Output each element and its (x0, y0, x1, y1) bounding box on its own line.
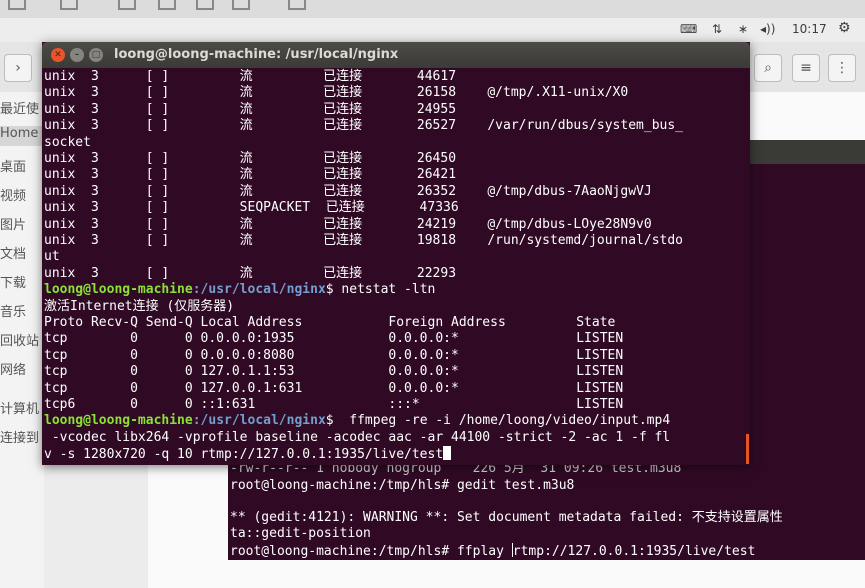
sidebar-item-computer[interactable]: 计算机 (0, 398, 44, 417)
sidebar-item-pictures[interactable]: 图片 (0, 214, 44, 233)
terminal-line: 激活Internet连接 (仅服务器) (44, 298, 235, 314)
terminal-titlebar[interactable]: ✕ – □ loong@loong-machine: /usr/local/ng… (42, 42, 750, 68)
terminal-line: v -s 1280x720 -q 10 rtmp://127.0.0.1:193… (44, 446, 452, 463)
toolbar-icon (158, 0, 176, 10)
terminal-line: unix 3 [ ] 流 已连接 26450 (44, 151, 457, 166)
sidebar-item-music[interactable]: 音乐 (0, 301, 44, 320)
sidebar-item-network[interactable]: 网络 (0, 359, 44, 378)
file-manager-sidebar: 最近使 Home 桌面 视频 图片 文档 下载 音乐 回收站 网络 计算机 连接… (0, 92, 44, 588)
command-continuation: v -s 1280x720 -q 10 rtmp://127.0.0.1:193… (44, 447, 444, 463)
keyboard-icon[interactable]: ⌨ (680, 22, 697, 36)
prompt-user: loong@loong-machine (44, 282, 193, 298)
terminal-line: unix 3 [ ] 流 已连接 24955 (44, 101, 457, 117)
terminal-line: tcp 0 0 0.0.0.0:1935 0.0.0.0:* LISTEN (44, 331, 624, 347)
terminal-line: unix 3 [ ] 流 已连接 44617 (44, 69, 457, 84)
sidebar-item-desktop[interactable]: 桌面 (0, 156, 44, 175)
terminal-prompt-line: loong@loong-machine:/usr/local/nginx$ ne… (44, 282, 435, 298)
terminal2-line: ta::gedit-position (230, 526, 371, 541)
terminal2-line: root@loong-machine:/tmp/hls# ffplay rtmp… (230, 543, 755, 559)
forward-button[interactable]: › (4, 54, 32, 82)
network-icon[interactable]: ⇅ (712, 22, 722, 36)
prompt-command: $ ffmpeg -re -i /home/loong/video/input.… (325, 413, 671, 429)
terminal2-titlebar (750, 140, 865, 164)
prompt-user: loong@loong-machine (44, 413, 193, 429)
bluetooth-icon[interactable]: ∗ (738, 22, 748, 36)
terminal-line: tcp 0 0 0.0.0.0:8080 0.0.0.0:* LISTEN (44, 347, 624, 363)
toolbar-icon (118, 0, 136, 10)
settings-gear-icon[interactable]: ⚙ (838, 20, 851, 36)
terminal-line: tcp6 0 0 ::1:631 :::* LISTEN (44, 397, 624, 412)
terminal-output: unix 3 [ ] 流 已连接 44617 unix 3 [ ] 流 已连接 … (42, 42, 750, 462)
prompt-path: :/usr/local/nginx (192, 282, 326, 298)
terminal-prompt-line: loong@loong-machine:/usr/local/nginx$ ff… (44, 413, 670, 429)
terminal-line: tcp 0 0 127.0.1.1:53 0.0.0.0:* LISTEN (44, 364, 624, 380)
text-cursor (443, 446, 452, 461)
toolbar-icon (232, 0, 250, 10)
sidebar-item-videos[interactable]: 视频 (0, 185, 44, 204)
terminal-line: ut (44, 249, 60, 265)
maximize-button[interactable]: □ (89, 48, 103, 62)
sidebar-item-trash[interactable]: 回收站 (0, 330, 44, 349)
more-options-button[interactable]: ⋮ (828, 54, 856, 82)
volume-icon[interactable]: ◂)) (760, 22, 775, 36)
close-button[interactable]: ✕ (51, 48, 65, 62)
terminal-line: unix 3 [ ] 流 已连接 26352 @/tmp/dbus-7AaoNj… (44, 183, 652, 199)
terminal-line: -vcodec libx264 -vprofile baseline -acod… (44, 429, 671, 445)
toolbar-icon (196, 0, 214, 10)
terminal2-line: ** (gedit:4121): WARNING **: Set documen… (230, 510, 783, 525)
terminal-line: unix 3 [ ] 流 已连接 24219 @/tmp/dbus-LOye28… (44, 216, 652, 232)
toolbar-icon (8, 0, 26, 10)
terminal-line: unix 3 [ ] SEQPACKET 已连接 47336 (44, 200, 459, 216)
scrollbar-indicator[interactable] (746, 434, 749, 464)
sidebar-item-documents[interactable]: 文档 (0, 243, 44, 262)
terminal-line: unix 3 [ ] 流 已连接 26158 @/tmp/.X11-unix/X… (44, 85, 629, 101)
terminal-line: socket (44, 134, 91, 150)
sidebar-item-home[interactable]: Home (0, 126, 44, 146)
terminal2-url: rtmp://127.0.0.1:1935/live/test (512, 544, 756, 559)
terminal-line: unix 3 [ ] 流 已连接 19818 /run/systemd/jour… (44, 233, 683, 248)
toolbar-icon (60, 0, 78, 10)
terminal-line: unix 3 [ ] 流 已连接 22293 (44, 265, 457, 281)
terminal-line: Proto Recv-Q Send-Q Local Address Foreig… (44, 315, 616, 330)
sidebar-item-connect-server[interactable]: 连接到 (0, 427, 44, 446)
terminal-line: tcp 0 0 127.0.0.1:631 0.0.0.0:* LISTEN (44, 380, 624, 396)
search-button[interactable]: ⌕ (754, 54, 782, 82)
top-toolbar-strip (0, 0, 865, 19)
terminal-window[interactable]: ✕ – □ loong@loong-machine: /usr/local/ng… (42, 42, 750, 465)
terminal-line: unix 3 [ ] 流 已连接 26527 /var/run/dbus/sys… (44, 118, 683, 134)
sidebar-item-downloads[interactable]: 下载 (0, 272, 44, 291)
prompt-path: :/usr/local/nginx (192, 413, 326, 429)
window-title: loong@loong-machine: /usr/local/nginx (114, 47, 399, 62)
view-list-button[interactable]: ≡ (792, 54, 820, 82)
terminal2-line: root@loong-machine:/tmp/hls# gedit test.… (230, 478, 575, 493)
toolbar-icon (288, 0, 306, 10)
terminal2-prompt-command: root@loong-machine:/tmp/hls# ffplay (230, 544, 512, 559)
system-top-panel: ⌨ ⇅ ∗ ◂)) 10:17 ⚙ (0, 18, 865, 42)
sidebar-item-recent[interactable]: 最近使 (0, 98, 44, 117)
minimize-button[interactable]: – (70, 48, 84, 62)
prompt-command: $ netstat -ltn (325, 282, 436, 298)
terminal-line: unix 3 [ ] 流 已连接 26421 (44, 167, 457, 183)
clock[interactable]: 10:17 (792, 22, 827, 36)
